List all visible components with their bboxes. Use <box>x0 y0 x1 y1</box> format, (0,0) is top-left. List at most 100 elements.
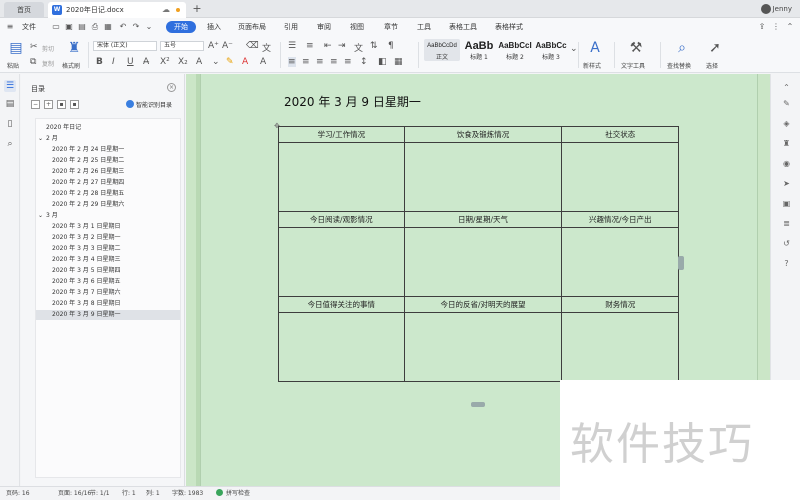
numbering-icon[interactable]: ≡ <box>306 41 314 51</box>
table-header-cell[interactable]: 财务情况 <box>561 296 679 313</box>
print-preview-icon[interactable]: ▤ <box>76 21 88 33</box>
table-body-cell[interactable] <box>561 142 679 212</box>
justify-icon[interactable]: ≡ <box>330 57 338 67</box>
increase-indent-icon[interactable]: ⇥ <box>338 41 346 51</box>
tab-table-tools[interactable]: 表格工具 <box>449 21 477 33</box>
table-header-cell[interactable]: 学习/工作情况 <box>278 126 405 143</box>
chinese-layout-icon[interactable]: 文 <box>354 41 363 54</box>
table-header-cell[interactable]: 今日阅读/观影情况 <box>278 211 405 228</box>
cut-label[interactable]: 剪切 <box>42 44 54 53</box>
undo-icon[interactable]: ↶ <box>117 21 129 33</box>
settings-sliders-icon[interactable]: ≣ <box>781 218 792 229</box>
table-header-cell[interactable]: 饮食及锻炼情况 <box>403 126 563 143</box>
align-left-icon[interactable]: ≡ <box>288 57 296 67</box>
new-style-label[interactable]: 新样式 <box>583 61 601 70</box>
toc-item[interactable]: 2020 年 2 月 24 日星期一 <box>36 145 180 155</box>
tab-chapter[interactable]: 章节 <box>384 21 398 33</box>
paste-label[interactable]: 粘贴 <box>7 61 19 70</box>
redo-icon[interactable]: ↷ <box>130 21 142 33</box>
table-body-cell[interactable] <box>278 142 405 212</box>
magnifier-icon[interactable]: ⌕ <box>674 40 690 56</box>
toc-item[interactable]: 2020 年 3 月 2 日星期一 <box>36 233 180 243</box>
print-icon[interactable]: ⎙ <box>89 21 101 33</box>
bold-icon[interactable]: B <box>96 57 103 67</box>
char-shading-icon[interactable]: A <box>260 57 266 67</box>
status-pages[interactable]: 页面: 16/16 <box>58 489 91 499</box>
toc-item[interactable]: 2020 年 3 月 4 日星期三 <box>36 255 180 265</box>
toc-item[interactable]: 2020 年 2 月 29 日星期六 <box>36 200 180 210</box>
table-body-cell[interactable] <box>278 227 405 297</box>
more-icon[interactable]: ⋮ <box>770 21 782 33</box>
grow-font-icon[interactable]: A⁺ <box>208 41 219 51</box>
strikethrough-icon[interactable]: A̶ <box>143 57 149 67</box>
select-label[interactable]: 选择 <box>706 61 718 70</box>
toc-item[interactable]: 2020 年日记 <box>36 123 180 133</box>
collapse-sidebar-icon[interactable]: ⌃ <box>781 82 792 93</box>
open-folder-icon[interactable]: ▭ <box>50 21 62 33</box>
collapse-ribbon-icon[interactable]: ⌃ <box>784 21 796 33</box>
tab-document[interactable]: W 2020年日记.docx ☁ <box>48 2 186 18</box>
format-painter-label[interactable]: 格式刷 <box>62 61 80 70</box>
subscript-icon[interactable]: X₂ <box>178 57 188 67</box>
user-account[interactable]: Jenny <box>760 3 792 15</box>
table-header-cell[interactable]: 日期/星期/天气 <box>403 211 563 228</box>
table-body-cell[interactable] <box>561 312 679 382</box>
table-header-cell[interactable]: 社交状态 <box>561 126 679 143</box>
text-tools-label[interactable]: 文字工具 <box>621 61 645 70</box>
bullets-icon[interactable]: ☰ <box>288 41 296 51</box>
shading-icon[interactable]: ◧ <box>378 57 387 67</box>
table-body-cell[interactable] <box>278 312 405 382</box>
tab-view[interactable]: 视图 <box>350 21 364 33</box>
table-body-cell[interactable] <box>403 227 563 297</box>
phonetic-icon[interactable]: 文 <box>262 41 271 54</box>
table-resize-handle[interactable] <box>678 256 684 270</box>
style-heading-3[interactable]: AaBbCc 标题 3 <box>534 39 568 61</box>
status-word-count[interactable]: 字数: 1983 <box>172 489 203 499</box>
bookmark-icon[interactable]: ▯ <box>4 118 16 130</box>
chevron-down-icon[interactable]: ⌄ <box>38 134 46 144</box>
format-painter-icon[interactable]: ♜ <box>66 40 82 56</box>
table-header-cell[interactable]: 兴趣情况/今日产出 <box>561 211 679 228</box>
search-icon[interactable]: ⌕ <box>4 138 16 150</box>
tab-start[interactable]: 开始 <box>166 21 196 33</box>
demote-level-icon[interactable]: ▪ <box>70 100 79 109</box>
edit-pen-icon[interactable]: ✎ <box>781 98 792 109</box>
align-right-icon[interactable]: ≡ <box>316 57 324 67</box>
distributed-icon[interactable]: ≡ <box>344 57 352 67</box>
more-chevron-icon[interactable]: ⌄ <box>143 21 155 33</box>
new-style-icon[interactable]: A <box>587 40 603 56</box>
tab-page-layout[interactable]: 页面布局 <box>238 21 266 33</box>
highlight-icon[interactable]: ✎ <box>226 57 234 67</box>
borders-icon[interactable]: ▦ <box>394 57 403 67</box>
paste-icon[interactable]: ▤ <box>8 40 24 56</box>
help-icon[interactable]: ? <box>781 258 792 269</box>
style-heading-1[interactable]: AaBb 标题 1 <box>462 39 496 61</box>
tab-tools[interactable]: 工具 <box>417 21 431 33</box>
collapse-all-icon[interactable]: − <box>31 100 40 109</box>
toc-item[interactable]: 2020 年 2 月 27 日星期四 <box>36 178 180 188</box>
style-heading-2[interactable]: AaBbCcI 标题 2 <box>498 39 532 61</box>
toc-item[interactable]: ⌄ 3 月 <box>36 211 180 221</box>
toc-item[interactable]: 2020 年 3 月 8 日星期日 <box>36 299 180 309</box>
spell-check-toggle[interactable]: 拼写检查 <box>216 489 250 499</box>
tab-insert[interactable]: 插入 <box>207 21 221 33</box>
cut-icon[interactable]: ✂ <box>30 42 38 52</box>
chevron-down-icon[interactable]: ⌄ <box>38 211 46 221</box>
line-spacing-icon[interactable]: ↕ <box>360 57 368 67</box>
lock-icon[interactable]: ▣ <box>781 198 792 209</box>
toc-panel-icon[interactable]: ☰ <box>4 80 16 92</box>
table-header-cell[interactable]: 今日值得关注的事情 <box>278 296 405 313</box>
align-center-icon[interactable]: ≡ <box>302 57 310 67</box>
new-tab-button[interactable]: + <box>190 2 204 16</box>
toc-item[interactable]: 2020 年 2 月 26 日星期三 <box>36 167 180 177</box>
font-name-select[interactable]: 宋体 (正文) <box>93 41 157 51</box>
sort-icon[interactable]: ⇅ <box>370 41 378 51</box>
pdf-export-icon[interactable]: ▦ <box>102 21 114 33</box>
toc-item[interactable]: 2020 年 3 月 7 日星期六 <box>36 288 180 298</box>
cursor-select-icon[interactable]: ➚ <box>707 40 723 56</box>
history-icon[interactable]: ↺ <box>781 238 792 249</box>
toc-item[interactable]: 2020 年 3 月 6 日星期五 <box>36 277 180 287</box>
style-gallery-chevron-icon[interactable]: ⌄ <box>570 44 578 54</box>
toc-item[interactable]: 2020 年 2 月 28 日星期五 <box>36 189 180 199</box>
table-body-cell[interactable] <box>403 312 563 382</box>
